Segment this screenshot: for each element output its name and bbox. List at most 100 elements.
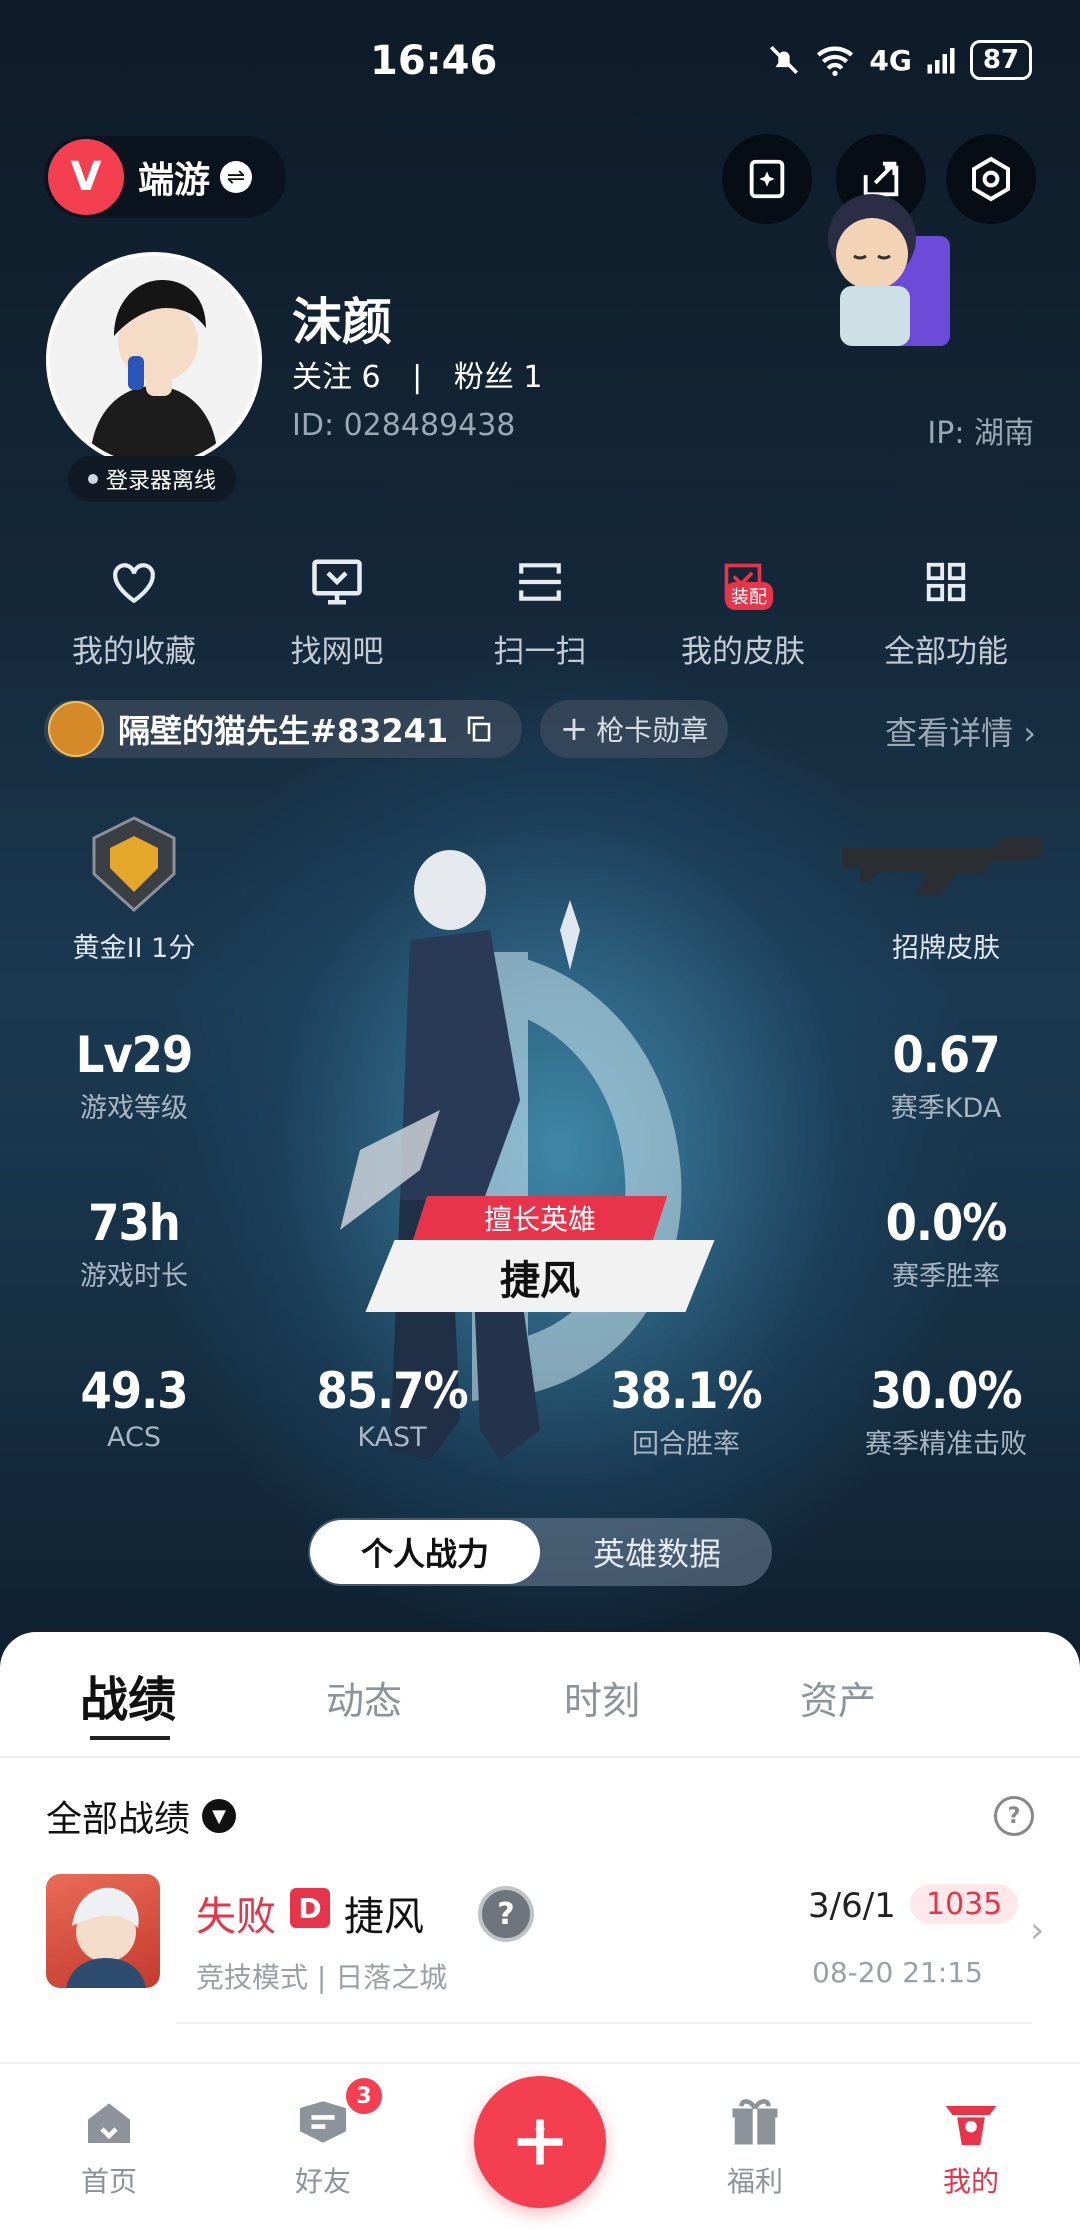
nav-me[interactable]: 我的	[896, 2096, 1046, 2200]
launcher-status-text: 登录器离线	[106, 469, 217, 494]
grid-icon	[926, 562, 966, 602]
following-count[interactable]: 关注 6	[292, 360, 381, 395]
stat-value: 0.0%	[885, 1194, 1008, 1252]
tab-feed[interactable]: 动态	[326, 1670, 402, 1725]
nav-label: 我的	[942, 2165, 999, 2198]
stat-label: 游戏时长	[80, 1261, 188, 1292]
stat-kast: 85.7% KAST	[282, 1362, 502, 1453]
filter-label: 全部战绩	[46, 1799, 191, 1840]
match-mode-map: 竞技模式 | 日落之城	[196, 1961, 448, 1994]
stat-label: 赛季精准击败	[865, 1429, 1027, 1460]
stat-round-winrate: 38.1% 回合胜率	[576, 1362, 796, 1461]
tab-indicator	[90, 1736, 170, 1740]
rank-icon	[88, 814, 180, 918]
match-time: 08-20 21:15	[812, 1956, 983, 1989]
add-card-button[interactable]	[722, 134, 812, 224]
mute-bell-icon	[770, 45, 799, 75]
status-time: 16:46	[370, 38, 498, 84]
view-details-link[interactable]: 查看详情 ›	[885, 708, 1036, 754]
weapon-label: 招牌皮肤	[892, 933, 1000, 964]
stat-label: 赛季KDA	[890, 1093, 1002, 1124]
stat-hours: 73h 游戏时长	[24, 1194, 244, 1293]
chevron-right-icon[interactable]: ›	[1030, 1910, 1044, 1951]
game-switcher[interactable]: V 端游 ⇌	[44, 136, 286, 218]
game-account-id: 隔壁的猫先生#83241	[118, 712, 449, 750]
stat-label: 回合胜率	[632, 1429, 740, 1460]
weapon-stat[interactable]: 招牌皮肤	[836, 918, 1056, 965]
cell-signal-icon	[927, 48, 955, 74]
rank-stat[interactable]: 黄金II 1分	[24, 918, 244, 965]
follow-stats: 关注 6 | 粉丝 1	[292, 352, 542, 396]
follow-divider: |	[412, 360, 423, 395]
copy-icon[interactable]	[464, 714, 494, 744]
toggle-hero-data[interactable]: 英雄数据	[542, 1520, 772, 1584]
match-kda: 3/6/1	[808, 1886, 896, 1926]
tab-assets[interactable]: 资产	[800, 1670, 876, 1725]
mode-badge: D	[290, 1888, 330, 1928]
records-filter[interactable]: 全部战绩 ▼	[46, 1790, 237, 1842]
row-divider	[176, 2022, 1032, 2024]
wifi-icon	[817, 46, 854, 76]
func-my-skins[interactable]: 装配 我的皮肤	[653, 552, 833, 671]
stat-value: 73h	[88, 1194, 181, 1252]
stat-label: 赛季胜率	[892, 1261, 1000, 1292]
stat-value: 0.67	[892, 1026, 1001, 1084]
stat-value: Lv29	[75, 1026, 194, 1084]
stat-label: 游戏等级	[80, 1093, 188, 1124]
game-account-chip[interactable]: 隔壁的猫先生#83241	[44, 700, 522, 758]
create-post-button[interactable]	[474, 2076, 606, 2208]
gear-icon	[972, 156, 1010, 202]
scan-icon	[519, 563, 561, 601]
fans-count[interactable]: 粉丝 1	[454, 360, 543, 395]
sparkle-card-icon	[749, 159, 785, 199]
stat-kda: 0.67 赛季KDA	[836, 1026, 1056, 1125]
status-icons: 4G 87	[767, 40, 1032, 80]
nav-label: 好友	[294, 2165, 351, 2198]
swap-icon: ⇌	[220, 161, 253, 193]
func-label: 我的皮肤	[681, 634, 805, 670]
nav-rewards[interactable]: 福利	[680, 2096, 830, 2200]
stat-value: 85.7%	[316, 1362, 468, 1420]
weapon-skin-image	[838, 826, 1054, 900]
func-all[interactable]: 全部功能	[856, 552, 1036, 671]
stat-winrate: 0.0% 赛季胜率	[836, 1194, 1056, 1293]
rank-label: 黄金II 1分	[72, 933, 196, 964]
match-result: 失败	[196, 1894, 276, 1940]
user-nickname: 沫颜	[292, 293, 392, 351]
user-id: ID: 028489438	[292, 408, 516, 443]
chevron-right-icon: ›	[1023, 714, 1036, 752]
user-avatar[interactable]	[46, 252, 262, 468]
stat-value: 30.0%	[870, 1362, 1022, 1420]
skin-equip-badge: 装配	[725, 582, 773, 610]
hero-name[interactable]: 捷风	[380, 1248, 700, 1306]
game-avatar	[48, 701, 104, 757]
network-type: 4G	[869, 43, 912, 77]
tab-moments[interactable]: 时刻	[564, 1670, 640, 1725]
launcher-status: 登录器离线	[68, 456, 237, 502]
tab-records[interactable]: 战绩	[80, 1660, 176, 1730]
status-dot-icon	[88, 474, 98, 484]
func-favorites[interactable]: 我的收藏	[44, 552, 224, 671]
details-label: 查看详情	[885, 714, 1014, 752]
divider	[0, 1756, 1080, 1758]
nav-home[interactable]: 首页	[34, 2096, 184, 2200]
gun-card-medal-button[interactable]: + 枪卡勋章	[540, 700, 728, 758]
help-icon[interactable]: ?	[994, 1796, 1034, 1836]
func-scan[interactable]: 扫一扫	[450, 552, 630, 671]
nav-label: 首页	[80, 2165, 137, 2198]
valorant-logo-icon: V	[48, 139, 124, 215]
chevron-down-icon: ▼	[202, 1799, 237, 1833]
agent-portrait	[46, 1874, 160, 1988]
stat-value: 38.1%	[610, 1362, 762, 1420]
match-score: 1035	[910, 1884, 1019, 1924]
func-label: 我的收藏	[72, 634, 196, 670]
plus-icon: +	[559, 709, 589, 749]
unknown-info-icon[interactable]: ?	[478, 1886, 534, 1942]
func-internet-cafe[interactable]: 找网吧	[247, 552, 427, 671]
character-sticker-image	[810, 176, 960, 356]
stat-label: KAST	[357, 1422, 427, 1453]
toggle-personal-power[interactable]: 个人战力	[310, 1520, 540, 1584]
func-label: 扫一扫	[493, 634, 587, 670]
friends-icon	[299, 2101, 347, 2143]
hero-tag-label: 擅长英雄	[483, 1203, 596, 1236]
